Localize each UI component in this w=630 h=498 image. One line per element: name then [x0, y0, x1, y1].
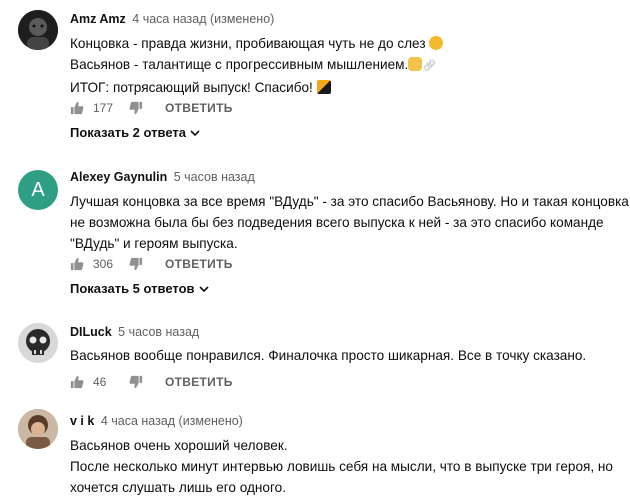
- sad-face-emoji-icon: [429, 36, 444, 50]
- comment-line: Васьянов вообще понравился. Финалочка пр…: [70, 348, 587, 363]
- thumbs-up-icon[interactable]: [70, 257, 84, 271]
- comment-line: После несколько минут интервью ловишь се…: [70, 459, 613, 474]
- like-count: 46: [93, 375, 107, 389]
- avatar[interactable]: [18, 409, 58, 449]
- comment-header: v i k 4 часа назад (изменено): [70, 414, 243, 428]
- chevron-down-icon: [198, 285, 209, 292]
- thumbs-down-icon[interactable]: [129, 375, 143, 389]
- link-emoji-icon: 🔗︎: [422, 60, 437, 72]
- comment-author[interactable]: Alexey Gaynulin: [70, 170, 167, 184]
- comment-author[interactable]: v i k: [70, 414, 94, 428]
- show-replies-label: Показать 2 ответа: [70, 125, 186, 140]
- avatar-image: [18, 323, 58, 363]
- comment-header: Amz Amz 4 часа назад (изменено): [70, 12, 274, 26]
- comment-line: ИТОГ: потрясающий выпуск! Спасибо!: [70, 80, 313, 95]
- avatar-image: [18, 409, 58, 449]
- comment-text: Лучшая концовка за все время "ВДудь" - з…: [70, 191, 630, 254]
- comment-line: Концовка - правда жизни, пробивающая чут…: [70, 36, 426, 51]
- chevron-down-icon: [190, 129, 200, 136]
- comment-timestamp[interactable]: 4 часа назад (изменено): [132, 12, 274, 26]
- avatar-image: [18, 10, 58, 50]
- comment-actions: 46 ОТВЕТИТЬ: [70, 372, 233, 392]
- avatar[interactable]: [18, 10, 58, 50]
- thumbs-down-icon[interactable]: [129, 101, 143, 115]
- reply-button[interactable]: ОТВЕТИТЬ: [165, 257, 233, 271]
- comment-timestamp[interactable]: 5 часов назад: [118, 325, 199, 339]
- comment-line: Лучшая концовка за все время "ВДудь" - з…: [70, 194, 629, 209]
- comment-author[interactable]: DILuck: [70, 325, 112, 339]
- thumbs-up-icon[interactable]: [70, 375, 84, 389]
- comment-timestamp[interactable]: 5 часов назад: [174, 170, 255, 184]
- avatar[interactable]: A: [18, 170, 58, 210]
- comment-timestamp[interactable]: 4 часа назад (изменено): [101, 414, 243, 428]
- avatar[interactable]: [18, 323, 58, 363]
- comment-author[interactable]: Amz Amz: [70, 12, 126, 26]
- clapping-hands-emoji-icon: [408, 57, 423, 71]
- comment-line: не возможна была бы без подведения всего…: [70, 215, 604, 230]
- comment-line: Васьянов - талантище с прогрессивным мыш…: [70, 57, 409, 72]
- comment: DILuck 5 часов назад Васьянов вообще пон…: [0, 318, 630, 398]
- show-replies-button[interactable]: Показать 2 ответа: [70, 125, 200, 140]
- reply-button[interactable]: ОТВЕТИТЬ: [165, 375, 233, 389]
- comment-text: Васьянов вообще понравился. Финалочка пр…: [70, 345, 630, 366]
- comment-header: Alexey Gaynulin 5 часов назад: [70, 170, 255, 184]
- comment: v i k 4 часа назад (изменено) Васьянов о…: [0, 404, 630, 495]
- party-popper-emoji-icon: [316, 80, 331, 94]
- show-replies-button[interactable]: Показать 5 ответов: [70, 281, 209, 296]
- comment: Amz Amz 4 часа назад (изменено) Концовка…: [0, 0, 630, 150]
- comment: A Alexey Gaynulin 5 часов назад Лучшая к…: [0, 150, 630, 300]
- comment-text: Васьянов очень хороший человек. После не…: [70, 435, 630, 498]
- thumbs-up-icon[interactable]: [70, 101, 84, 115]
- thumbs-down-icon[interactable]: [129, 257, 143, 271]
- reply-button[interactable]: ОТВЕТИТЬ: [165, 101, 233, 115]
- comment-line: Васьянов очень хороший человек.: [70, 438, 288, 453]
- comment-line: "ВДудь" и героям выпуска.: [70, 236, 238, 251]
- comment-text: Концовка - правда жизни, пробивающая чут…: [70, 33, 630, 98]
- like-count: 177: [93, 101, 114, 115]
- like-count: 306: [93, 257, 114, 271]
- comment-header: DILuck 5 часов назад: [70, 325, 199, 339]
- comment-actions: 177 ОТВЕТИТЬ: [70, 98, 233, 118]
- show-replies-label: Показать 5 ответов: [70, 281, 195, 296]
- comment-line: хочется слушать лишь его одного.: [70, 480, 286, 495]
- comment-actions: 306 ОТВЕТИТЬ: [70, 254, 233, 274]
